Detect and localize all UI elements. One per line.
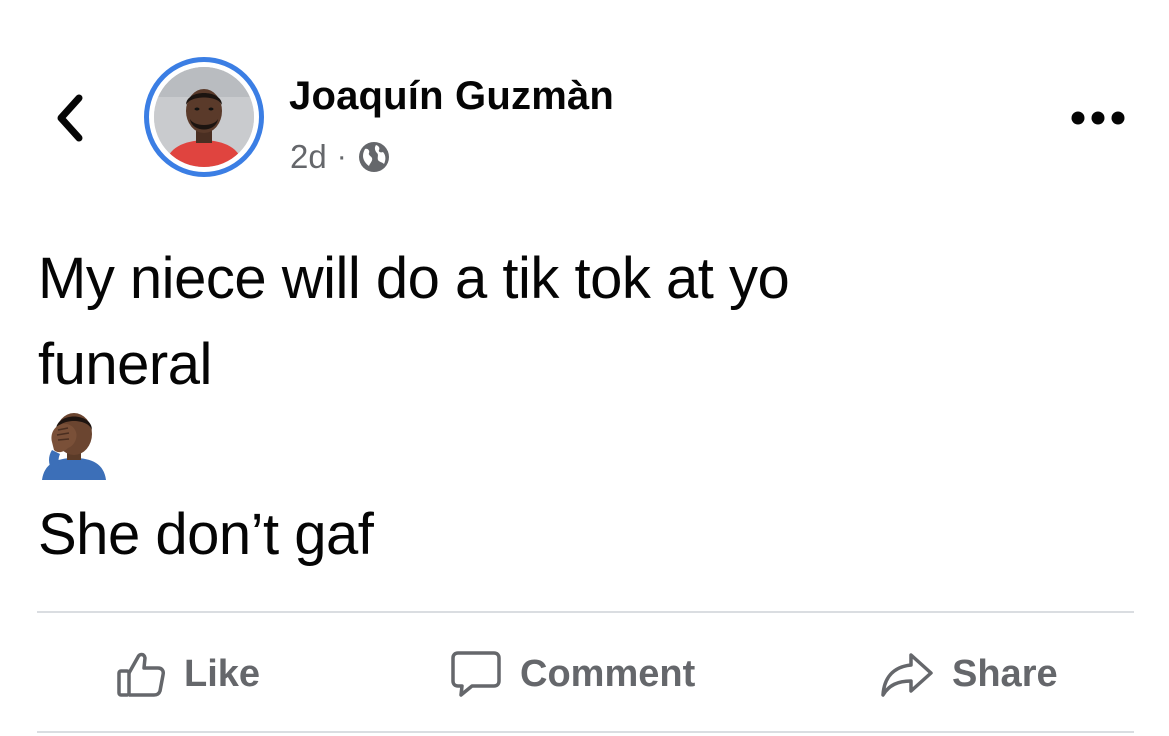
share-label: Share <box>952 652 1058 695</box>
avatar-photo <box>154 67 254 167</box>
globe-icon <box>358 142 389 172</box>
share-button[interactable]: Share <box>880 644 1058 704</box>
more-options-button[interactable] <box>1066 98 1130 138</box>
divider-top <box>37 611 1134 613</box>
chevron-left-icon <box>57 94 83 142</box>
share-arrow-icon <box>881 653 933 697</box>
back-button[interactable] <box>44 88 94 148</box>
more-options-icon <box>1071 111 1125 125</box>
comment-bubble-icon <box>451 651 501 697</box>
comment-label: Comment <box>520 652 696 695</box>
post-text-line: funeral <box>38 332 212 397</box>
avatar[interactable] <box>144 57 264 177</box>
divider-bottom <box>37 731 1134 733</box>
post-text-line: My niece will do a tik tok at yo <box>38 246 790 311</box>
post-timestamp[interactable]: 2d <box>290 138 327 176</box>
comment-button[interactable]: Comment <box>450 644 695 704</box>
post-text-line: She don’t gaf <box>38 502 374 567</box>
thumbs-up-icon <box>117 652 165 697</box>
facepalm-emoji-icon <box>38 408 1128 492</box>
post-meta: 2d · <box>290 138 391 176</box>
meta-separator: · <box>336 140 347 173</box>
like-button[interactable]: Like <box>116 644 260 704</box>
post-text: My niece will do a tik tok at yo funeral… <box>38 236 1128 578</box>
author-name[interactable]: Joaquín Guzmàn <box>289 74 614 119</box>
like-label: Like <box>184 652 261 695</box>
